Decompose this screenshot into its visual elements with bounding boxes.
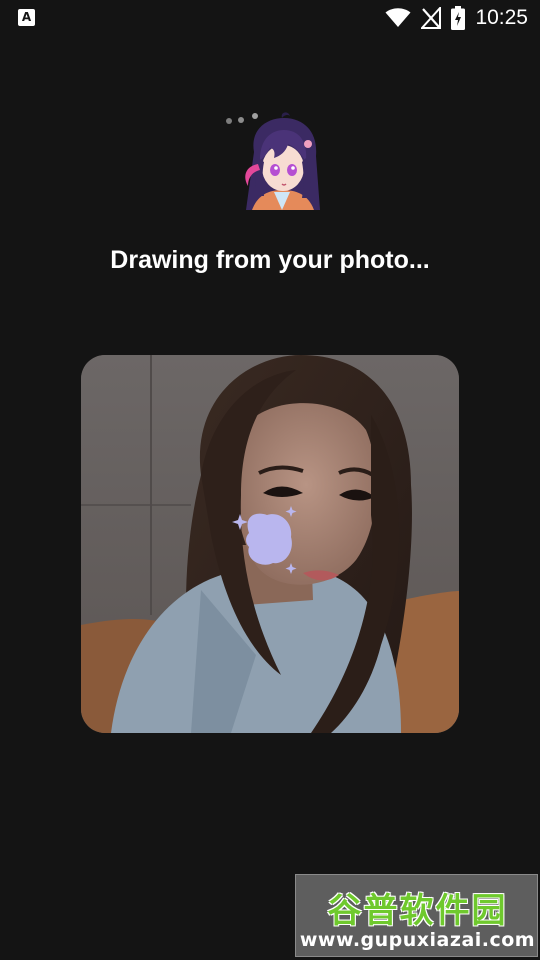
- user-photo: [81, 355, 459, 733]
- app-screen: A 10:25 Drawing from your photo... 谷普软件园…: [0, 0, 540, 960]
- watermark-title: 谷普软件园: [327, 891, 508, 931]
- loading-message: Drawing from your photo...: [110, 246, 430, 274]
- watermark-logo: 谷普软件园 www.gupuxiazai.com: [295, 874, 538, 957]
- status-time: 10:25: [475, 6, 528, 29]
- watermark-url: www.gupuxiazai.com: [299, 929, 536, 951]
- battery-charging-icon: [451, 6, 466, 30]
- no-signal-icon: [421, 7, 442, 29]
- anime-girl-avatar: [236, 112, 328, 212]
- wifi-icon: [385, 8, 411, 27]
- status-icons: 10:25: [385, 5, 528, 31]
- status-bar: A 10:25: [0, 0, 540, 36]
- notification-a-icon: A: [18, 9, 35, 26]
